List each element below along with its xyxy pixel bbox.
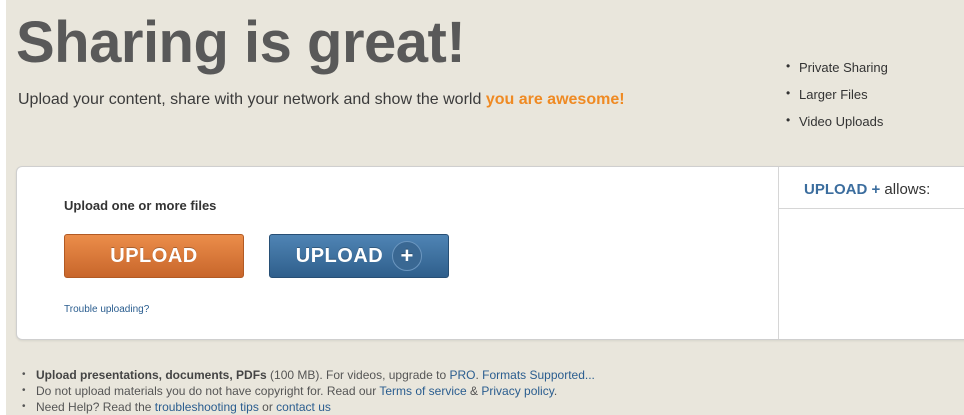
upload-button-label: UPLOAD [110, 244, 198, 267]
trouble-uploading-link[interactable]: Trouble uploading? [64, 304, 149, 315]
note-bold: Upload presentations, documents, PDFs [36, 368, 267, 382]
note-text: . [553, 384, 558, 398]
allows-item: Larger Files [786, 86, 888, 102]
terms-of-service-link[interactable]: Terms of service [379, 384, 466, 398]
privacy-policy-link[interactable]: Privacy policy [481, 384, 553, 398]
subline-highlight: you are awesome! [485, 91, 625, 108]
upload-title: Upload one or more files [64, 198, 217, 213]
note-item: Upload presentations, documents, PDFs (1… [22, 367, 595, 383]
allows-item: Video Uploads [786, 113, 888, 129]
pro-link[interactable]: PRO [449, 368, 475, 382]
allows-title: UPLOAD + allows: [804, 181, 930, 198]
allows-list: Private Sharing Larger Files Video Uploa… [786, 59, 888, 141]
upload-panel: Upload one or more files UPLOAD UPLOAD +… [16, 166, 964, 340]
note-text: Do not upload materials you do not have … [36, 384, 380, 398]
upload-plus-button-label: UPLOAD [295, 244, 384, 267]
contact-us-link[interactable]: contact us [276, 400, 331, 414]
note-text: or [258, 400, 277, 414]
note-text: (100 MB). For videos, upgrade to [266, 368, 450, 382]
note-text: & [466, 384, 482, 398]
formats-supported-link[interactable]: Formats Supported... [482, 368, 595, 382]
upload-button[interactable]: UPLOAD [64, 234, 244, 278]
upload-notes: Upload presentations, documents, PDFs (1… [22, 367, 595, 415]
upload-plus-button[interactable]: UPLOAD + [269, 234, 449, 278]
page-headline: Sharing is great! [16, 10, 466, 75]
page-subline: Upload your content, share with your net… [18, 91, 625, 109]
troubleshooting-tips-link[interactable]: troubleshooting tips [155, 400, 259, 414]
left-edge-strip [0, 0, 6, 415]
subline-text: Upload your content, share with your net… [18, 91, 486, 108]
plus-circle-icon: + [392, 241, 423, 271]
note-text: Need Help? Read the [36, 400, 155, 414]
allows-brand: UPLOAD + [804, 181, 881, 198]
allows-suffix: allows: [880, 181, 931, 198]
allows-header: UPLOAD + allows: [779, 167, 964, 209]
note-item: Need Help? Read the troubleshooting tips… [22, 399, 595, 415]
note-item: Do not upload materials you do not have … [22, 383, 595, 399]
allows-item: Private Sharing [786, 59, 888, 75]
